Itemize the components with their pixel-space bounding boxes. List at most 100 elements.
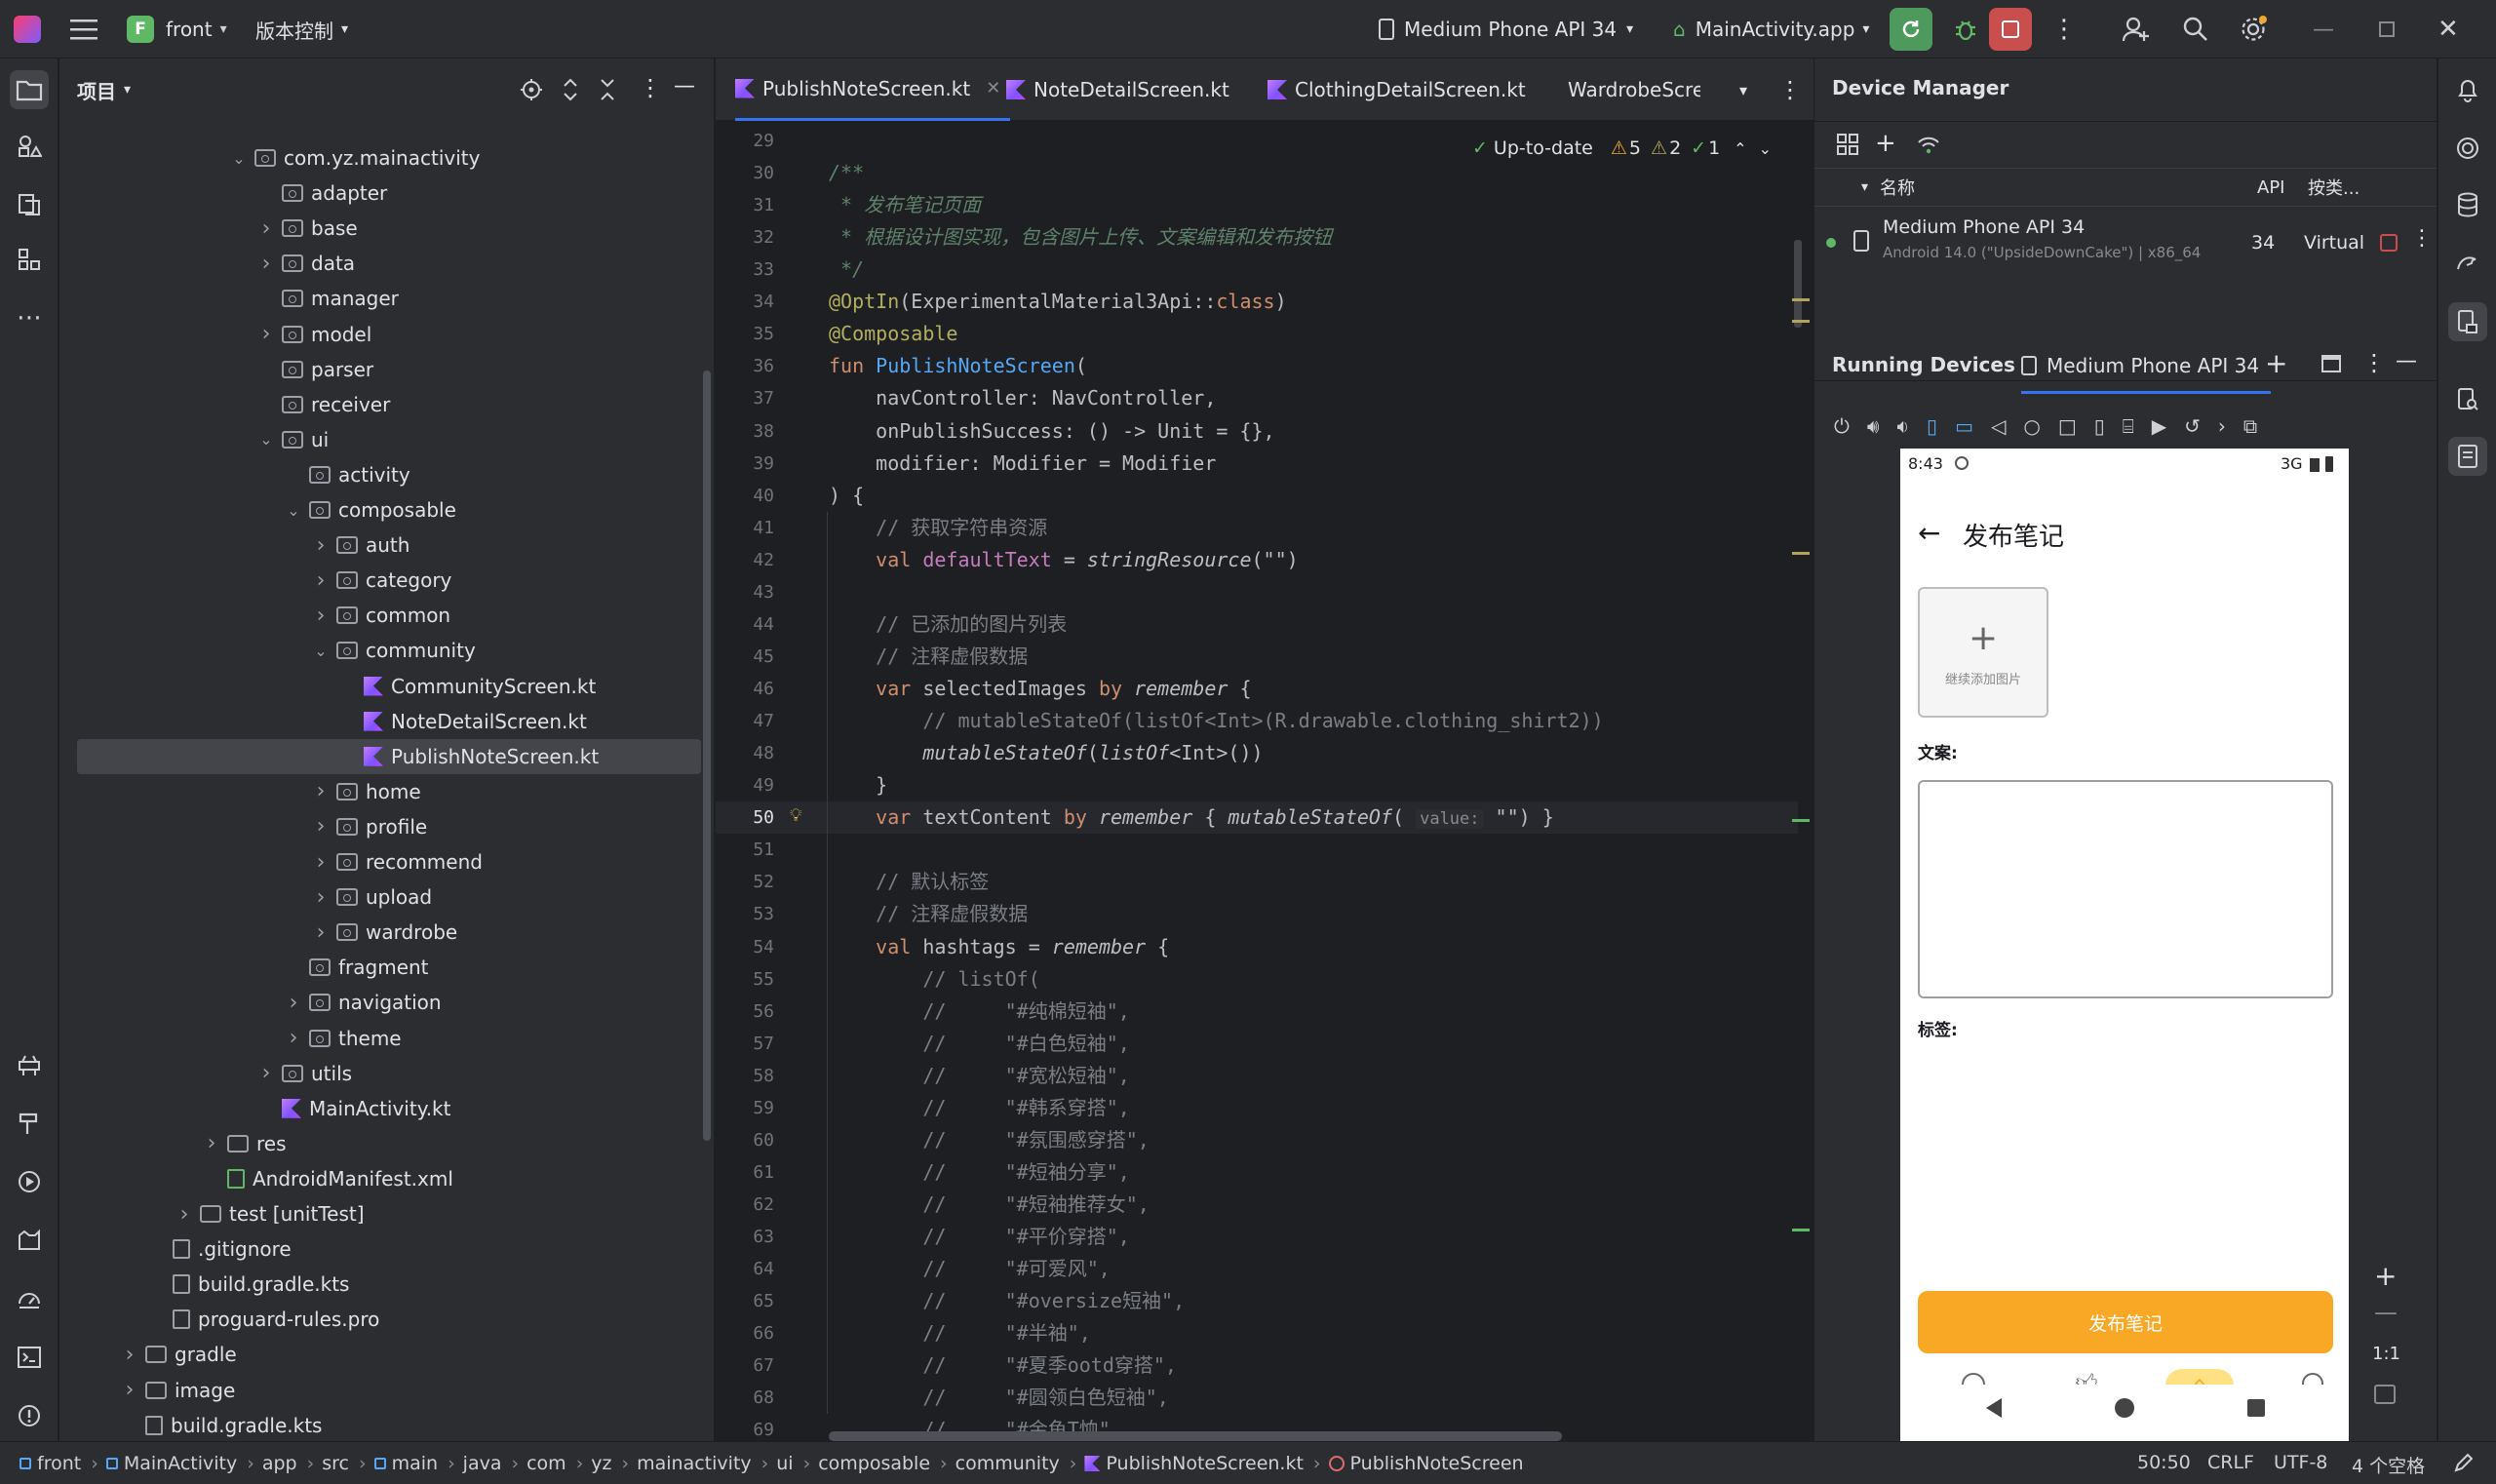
device-group-icon[interactable] bbox=[1836, 133, 1859, 161]
code-line[interactable]: 39 modifier: Modifier = Modifier bbox=[716, 448, 1798, 480]
breadcrumb-item[interactable]: PublishNoteScreen.kt › bbox=[1084, 1453, 1321, 1474]
breadcrumb-item[interactable]: mainactivity › bbox=[637, 1453, 768, 1474]
locate-file-icon[interactable] bbox=[520, 78, 543, 106]
more-actions-icon[interactable]: ⋮ bbox=[2051, 0, 2077, 59]
chevron-down-icon[interactable]: ⌄ bbox=[311, 633, 331, 668]
code-line[interactable]: 66 // "#半袖", bbox=[716, 1317, 1798, 1349]
next-highlight-icon[interactable]: ⌄ bbox=[1759, 139, 1772, 158]
zoom-out-icon[interactable]: — bbox=[2374, 1299, 2398, 1326]
build-hammer-icon[interactable] bbox=[10, 1104, 49, 1143]
tree-item[interactable]: › model bbox=[59, 317, 703, 352]
tree-item[interactable]: › upload bbox=[59, 879, 703, 915]
running-devices-icon[interactable] bbox=[2448, 437, 2487, 476]
android-home-icon[interactable] bbox=[2115, 1398, 2134, 1418]
fold-icon[interactable]: ▯ bbox=[2094, 414, 2105, 438]
app-logo[interactable] bbox=[14, 0, 41, 59]
close-window-icon[interactable]: ✕ bbox=[2438, 0, 2459, 59]
restore-window-icon[interactable] bbox=[2379, 0, 2395, 59]
col-name[interactable]: 名称 bbox=[1880, 175, 1915, 200]
volume-up-icon[interactable]: 🔊︎ bbox=[1867, 414, 1880, 438]
code-line[interactable]: 35 @Composable bbox=[716, 318, 1798, 350]
chevron-right-icon[interactable]: › bbox=[284, 1021, 303, 1056]
chevron-right-icon[interactable]: › bbox=[120, 1373, 139, 1408]
chevron-down-icon[interactable]: ⌄ bbox=[229, 140, 249, 176]
typo-marker[interactable] bbox=[1792, 819, 1810, 822]
wifi-pairing-icon[interactable] bbox=[1916, 133, 1941, 161]
more-emulator-icon[interactable]: › bbox=[2218, 414, 2226, 438]
publish-button[interactable]: 发布笔记 bbox=[1918, 1291, 2333, 1353]
power-icon[interactable]: ⏻ bbox=[1834, 414, 1850, 438]
layout-icon[interactable] bbox=[2321, 355, 2341, 372]
expand-all-icon[interactable] bbox=[561, 77, 580, 107]
overview-icon[interactable]: □ bbox=[2058, 414, 2077, 438]
back-icon[interactable]: ◁ bbox=[1991, 414, 2006, 438]
col-type[interactable]: 按类... bbox=[2308, 175, 2360, 200]
collapse-all-icon[interactable] bbox=[598, 77, 617, 107]
tree-item[interactable]: › image bbox=[59, 1373, 703, 1408]
hide-running-panel-icon[interactable]: — bbox=[2396, 349, 2417, 373]
debug-button[interactable] bbox=[1944, 0, 1987, 59]
tree-item[interactable]: NoteDetailScreen.kt bbox=[59, 704, 703, 739]
rerun-button[interactable] bbox=[1890, 0, 1932, 59]
project-selector[interactable]: F front ▾ bbox=[127, 0, 227, 59]
code-line[interactable]: 32 * 根据设计图实现，包含图片上传、文案编辑和发布按钮 bbox=[716, 221, 1798, 254]
warning-marker[interactable] bbox=[1792, 552, 1810, 555]
col-api[interactable]: API bbox=[2257, 177, 2284, 198]
logcat-icon[interactable] bbox=[10, 1221, 49, 1260]
chevron-right-icon[interactable]: › bbox=[311, 844, 331, 879]
device-row[interactable]: Medium Phone API 34 Android 14.0 ("Upsid… bbox=[1814, 211, 2437, 275]
search-icon[interactable] bbox=[2182, 0, 2209, 59]
line-separator[interactable]: CRLF bbox=[2207, 1452, 2254, 1473]
code-line[interactable]: 60 // "#氛围感穿搭", bbox=[716, 1124, 1798, 1156]
more-tools-icon[interactable]: ⋯ bbox=[10, 298, 49, 337]
vcs-menu[interactable]: 版本控制 ▾ bbox=[255, 0, 348, 59]
caret-position[interactable]: 50:50 bbox=[2137, 1452, 2191, 1473]
home-icon[interactable]: ○ bbox=[2023, 414, 2040, 438]
chevron-right-icon[interactable]: › bbox=[256, 211, 276, 246]
tree-item[interactable]: ⌄ ui bbox=[59, 422, 703, 457]
tree-item[interactable]: proguard-rules.pro bbox=[59, 1302, 703, 1337]
chevron-right-icon[interactable]: › bbox=[311, 563, 331, 598]
warning-marker[interactable] bbox=[1792, 298, 1810, 301]
code-line[interactable]: 52 // 默认标签 bbox=[716, 866, 1798, 898]
code-line[interactable]: 33 */ bbox=[716, 254, 1798, 286]
run-icon[interactable] bbox=[10, 1162, 49, 1201]
code-line[interactable]: 57 // "#白色短袖", bbox=[716, 1028, 1798, 1060]
code-line[interactable]: 47 // mutableStateOf(listOf<Int>(R.drawa… bbox=[716, 705, 1798, 737]
caption-textarea[interactable] bbox=[1918, 780, 2333, 998]
tree-item[interactable]: .gitignore bbox=[59, 1231, 703, 1267]
tree-item[interactable]: fragment bbox=[59, 950, 703, 985]
snapshot-icon[interactable]: ↺ bbox=[2184, 414, 2201, 438]
code-line[interactable]: 54 val hashtags = remember { bbox=[716, 931, 1798, 963]
screenshot-icon[interactable]: ⌸ bbox=[2123, 414, 2134, 438]
chevron-right-icon[interactable]: › bbox=[256, 1056, 276, 1091]
code-line[interactable]: 38 onPublishSuccess: () -> Unit = {}, bbox=[716, 415, 1798, 448]
tree-item[interactable]: CommunityScreen.kt bbox=[59, 669, 703, 704]
stop-device-icon[interactable] bbox=[2380, 234, 2398, 252]
running-options-icon[interactable]: ⋮ bbox=[2362, 349, 2386, 376]
profiler-icon[interactable] bbox=[10, 1279, 49, 1318]
problems-icon[interactable] bbox=[10, 1396, 49, 1435]
back-arrow-icon[interactable]: ← bbox=[1918, 517, 1940, 549]
add-image-tile[interactable]: + 继续添加图片 bbox=[1918, 587, 2048, 718]
chevron-right-icon[interactable]: › bbox=[202, 1126, 221, 1161]
indent-setting[interactable]: 4 个空格 bbox=[2352, 1452, 2425, 1478]
code-line[interactable]: 61 // "#短袖分享", bbox=[716, 1156, 1798, 1189]
code-line[interactable]: 36 fun PublishNoteScreen( bbox=[716, 350, 1798, 382]
extended-controls-icon[interactable]: ⧉ bbox=[2243, 414, 2257, 438]
breadcrumb-item[interactable]: java › bbox=[463, 1453, 519, 1474]
gemini-icon[interactable] bbox=[2448, 129, 2487, 168]
breadcrumb-item[interactable]: main › bbox=[373, 1453, 455, 1474]
tree-item[interactable]: › category bbox=[59, 563, 703, 598]
code-line[interactable]: 40) { bbox=[716, 480, 1798, 512]
code-area[interactable]: 29 30/** 31 * 发布笔记页面 32 * 根据设计图实现，包含图片上传、文案… bbox=[716, 121, 1814, 1441]
code-line[interactable]: 45 // 注释虚假数据 bbox=[716, 641, 1798, 673]
code-line[interactable]: 58 // "#宽松短袖", bbox=[716, 1060, 1798, 1092]
gradle-icon[interactable] bbox=[2448, 244, 2487, 283]
breadcrumb-item[interactable]: app › bbox=[262, 1453, 314, 1474]
chevron-right-icon[interactable]: › bbox=[311, 809, 331, 844]
code-line[interactable]: 55 // listOf( bbox=[716, 963, 1798, 996]
device-options-icon[interactable]: ⋮ bbox=[2411, 226, 2433, 251]
add-running-device-icon[interactable]: + bbox=[2265, 347, 2287, 379]
tree-item[interactable]: › utils bbox=[59, 1056, 703, 1091]
